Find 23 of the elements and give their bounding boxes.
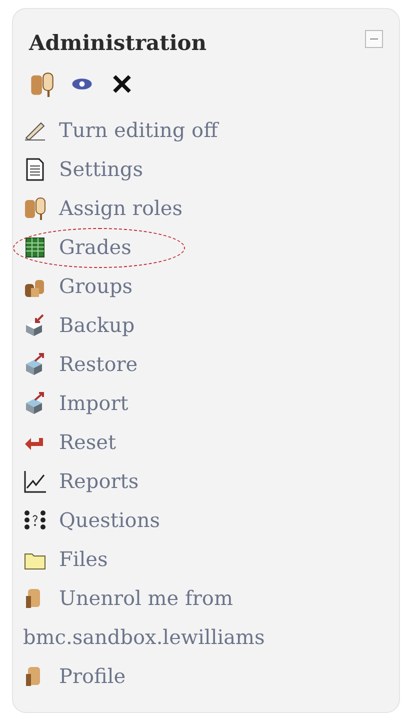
menu-link[interactable]: Questions xyxy=(23,501,387,540)
menu-link[interactable]: Assign roles xyxy=(23,189,387,228)
block-title: Administration xyxy=(29,29,207,57)
chart-icon xyxy=(23,469,47,493)
menu-link[interactable]: Turn editing off xyxy=(23,111,387,150)
menu-link[interactable]: Unenrol me from bmc.sandbox.lewilliams xyxy=(23,579,387,657)
people-icon xyxy=(23,196,47,220)
menu-link[interactable]: Files xyxy=(23,540,387,579)
menu-link[interactable]: Groups xyxy=(23,267,387,306)
collapse-button[interactable] xyxy=(365,30,383,48)
menu-link[interactable]: Backup xyxy=(23,306,387,345)
menu-link[interactable]: Grades xyxy=(23,228,387,267)
question-icon xyxy=(23,508,47,532)
people-icon[interactable] xyxy=(29,71,55,97)
menu-link[interactable]: Reset xyxy=(23,423,387,462)
box-icon xyxy=(23,352,47,376)
box-icon xyxy=(23,391,47,415)
menu-link[interactable]: Reports xyxy=(23,462,387,501)
table-icon xyxy=(23,235,47,259)
menu-link[interactable]: Profile xyxy=(23,657,387,696)
menu-link[interactable]: Restore xyxy=(23,345,387,384)
menu-link[interactable]: Import xyxy=(23,384,387,423)
menu-link[interactable]: Settings xyxy=(23,150,387,189)
